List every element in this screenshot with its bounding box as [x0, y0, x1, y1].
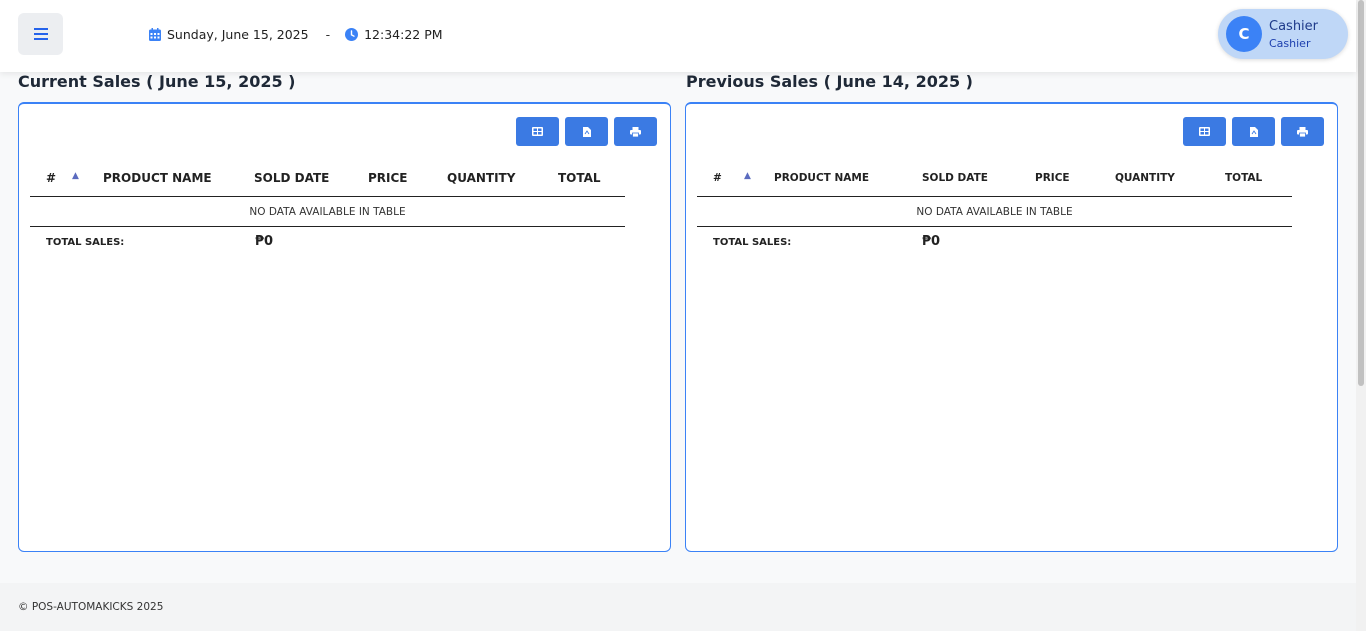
column-header-total[interactable]: TOTAL: [1225, 172, 1262, 184]
export-excel-button[interactable]: [1183, 117, 1226, 146]
current-date: Sunday, June 15, 2025: [167, 26, 309, 42]
menu-icon: [33, 28, 48, 40]
empty-table-message: NO DATA AVAILABLE IN TABLE: [697, 197, 1292, 227]
export-excel-button[interactable]: [516, 117, 559, 146]
previous-sales-card: # ▲ PRODUCT NAME SOLD DATE PRICE QUANTIT…: [685, 102, 1338, 552]
current-time: 12:34:22 PM: [364, 26, 443, 42]
pdf-icon: [1249, 126, 1258, 137]
empty-table-message: NO DATA AVAILABLE IN TABLE: [30, 197, 625, 227]
current-sales-title: Current Sales ( June 15, 2025 ): [18, 72, 296, 91]
top-navbar: Sunday, June 15, 2025 - 12:34:22 PM C Ca…: [0, 0, 1356, 72]
export-buttons: [516, 117, 657, 146]
sort-icon[interactable]: ▲: [72, 171, 79, 181]
column-header-quantity[interactable]: QUANTITY: [1115, 172, 1175, 184]
current-sales-card: # ▲ PRODUCT NAME SOLD DATE PRICE QUANTIT…: [18, 102, 671, 552]
column-header-price[interactable]: PRICE: [368, 171, 408, 185]
sales-table-header: # ▲ PRODUCT NAME SOLD DATE PRICE QUANTIT…: [697, 169, 1292, 197]
page-scrollbar[interactable]: [1356, 0, 1366, 631]
date-time-separator: -: [325, 26, 331, 42]
copyright-text: © POS-AUTOMAKICKS 2025: [18, 601, 164, 613]
total-sales-value: ₱0: [255, 234, 274, 249]
column-header-number[interactable]: #: [713, 172, 722, 184]
column-header-number[interactable]: #: [46, 171, 56, 185]
user-name: Cashier: [1269, 19, 1319, 34]
total-sales-label: TOTAL SALES:: [46, 237, 125, 248]
calendar-icon: [149, 27, 161, 41]
scrollbar-thumb[interactable]: [1358, 0, 1364, 386]
clock-icon: [345, 27, 359, 41]
excel-icon: [532, 127, 543, 136]
column-header-price[interactable]: PRICE: [1035, 172, 1070, 184]
total-sales-value: ₱0: [922, 234, 941, 249]
column-header-product-name[interactable]: PRODUCT NAME: [103, 171, 212, 185]
excel-icon: [1199, 127, 1210, 136]
previous-sales-title: Previous Sales ( June 14, 2025 ): [686, 72, 973, 91]
column-header-product-name[interactable]: PRODUCT NAME: [774, 172, 869, 184]
export-pdf-button[interactable]: [565, 117, 608, 146]
user-profile-chip[interactable]: C Cashier Cashier: [1218, 9, 1348, 59]
datetime-display: Sunday, June 15, 2025 - 12:34:22 PM: [149, 25, 443, 43]
sales-table-header: # ▲ PRODUCT NAME SOLD DATE PRICE QUANTIT…: [30, 169, 625, 197]
print-button[interactable]: [614, 117, 657, 146]
print-icon: [630, 126, 641, 137]
menu-toggle-button[interactable]: [18, 13, 63, 55]
pdf-icon: [582, 126, 591, 137]
column-header-sold-date[interactable]: SOLD DATE: [922, 172, 988, 184]
export-buttons: [1183, 117, 1324, 146]
column-header-quantity[interactable]: QUANTITY: [447, 171, 515, 185]
print-icon: [1297, 126, 1308, 137]
avatar: C: [1226, 16, 1262, 52]
column-header-sold-date[interactable]: SOLD DATE: [254, 171, 329, 185]
user-role: Cashier: [1269, 37, 1311, 50]
export-pdf-button[interactable]: [1232, 117, 1275, 146]
column-header-total[interactable]: TOTAL: [558, 171, 601, 185]
footer: © POS-AUTOMAKICKS 2025: [0, 583, 1356, 631]
sort-icon[interactable]: ▲: [744, 171, 751, 181]
total-sales-label: TOTAL SALES:: [713, 237, 792, 248]
print-button[interactable]: [1281, 117, 1324, 146]
